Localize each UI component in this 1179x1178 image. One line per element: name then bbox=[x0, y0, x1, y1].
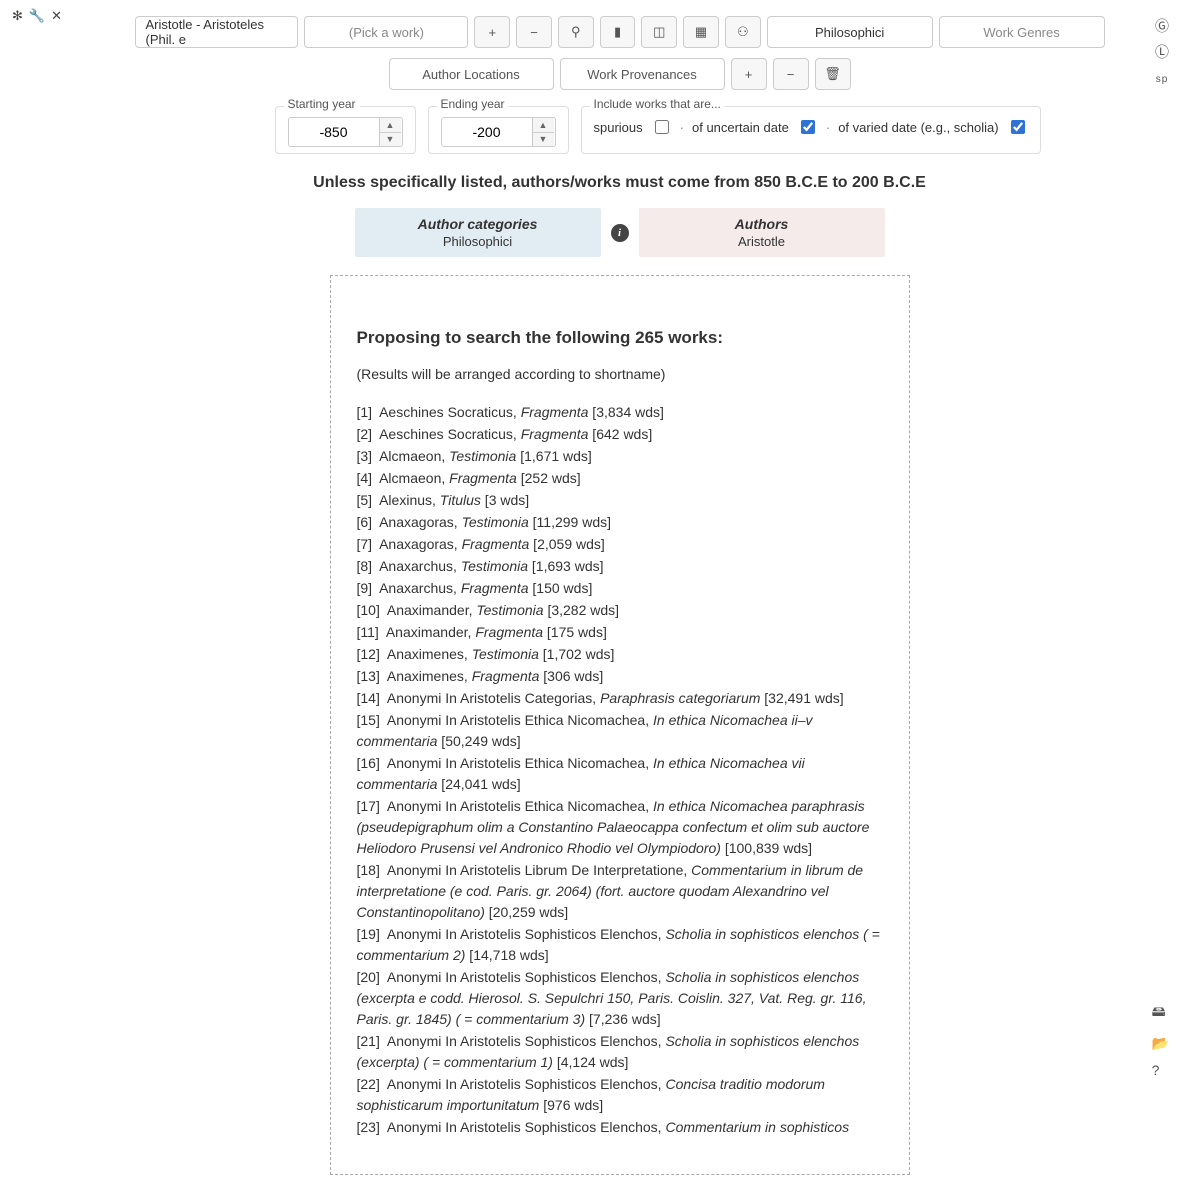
work-item: [18] Anonymi In Aristotelis Librum De In… bbox=[357, 860, 883, 923]
work-item: [13] Anaximenes, Fragmenta [306 wds] bbox=[357, 666, 883, 687]
end-year-down[interactable]: ▼ bbox=[533, 133, 554, 147]
category-tag-value: Philosophici bbox=[355, 234, 601, 249]
remove-prov-button[interactable]: − bbox=[773, 58, 809, 90]
work-item: [1] Aeschines Socraticus, Fragmenta [3,8… bbox=[357, 402, 883, 423]
include-fieldset: Include works that are... spurious · of … bbox=[581, 106, 1041, 154]
work-item: [14] Anonymi In Aristotelis Categorias, … bbox=[357, 688, 883, 709]
spurious-label: spurious bbox=[594, 120, 643, 135]
date-range-banner: Unless specifically listed, authors/work… bbox=[135, 172, 1105, 194]
start-year-fieldset: Starting year ▲ ▼ bbox=[275, 106, 416, 154]
work-item: [12] Anaximenes, Testimonia [1,702 wds] bbox=[357, 644, 883, 665]
save-icon[interactable]: 🖴 bbox=[1152, 1001, 1169, 1025]
work-item: [8] Anaxarchus, Testimonia [1,693 wds] bbox=[357, 556, 883, 577]
author-tag[interactable]: Authors Aristotle bbox=[639, 208, 885, 257]
work-provenances-button[interactable]: Work Provenances bbox=[560, 58, 725, 90]
work-item: [17] Anonymi In Aristotelis Ethica Nicom… bbox=[357, 796, 883, 859]
work-item: [6] Anaxagoras, Testimonia [11,299 wds] bbox=[357, 512, 883, 533]
work-item: [4] Alcmaeon, Fragmenta [252 wds] bbox=[357, 468, 883, 489]
view3-button[interactable]: ▦ bbox=[683, 16, 719, 48]
end-year-fieldset: Ending year ▲ ▼ bbox=[428, 106, 569, 154]
view1-button[interactable]: ▮ bbox=[600, 16, 636, 48]
separator-dot: · bbox=[680, 120, 684, 135]
work-item: [23] Anonymi In Aristotelis Sophisticos … bbox=[357, 1117, 883, 1138]
results-panel: Proposing to search the following 265 wo… bbox=[330, 275, 910, 1175]
author-tag-value: Aristotle bbox=[639, 234, 885, 249]
author-input[interactable]: Aristotle - Aristoteles (Phil. e bbox=[135, 16, 299, 48]
author-locations-button[interactable]: Author Locations bbox=[389, 58, 554, 90]
work-item: [20] Anonymi In Aristotelis Sophisticos … bbox=[357, 967, 883, 1030]
folder-icon[interactable]: 📂 bbox=[1152, 1035, 1169, 1052]
start-year-spinner[interactable]: ▲ ▼ bbox=[288, 117, 403, 147]
results-note: (Results will be arranged according to s… bbox=[357, 366, 883, 382]
genres-button[interactable]: Work Genres bbox=[939, 16, 1105, 48]
varied-label: of varied date (e.g., scholia) bbox=[838, 120, 998, 135]
work-item: [5] Alexinus, Titulus [3 wds] bbox=[357, 490, 883, 511]
remove-button[interactable]: − bbox=[516, 16, 552, 48]
person-button[interactable]: ⚇ bbox=[725, 16, 761, 48]
results-heading: Proposing to search the following 265 wo… bbox=[357, 328, 883, 348]
g-icon[interactable]: Ⓖ bbox=[1155, 16, 1169, 36]
author-tag-title: Authors bbox=[639, 216, 885, 232]
wrench-icon[interactable]: 🔧 bbox=[29, 8, 45, 24]
work-input[interactable]: (Pick a work) bbox=[304, 16, 468, 48]
work-item: [11] Anaximander, Fragmenta [175 wds] bbox=[357, 622, 883, 643]
work-item: [22] Anonymi In Aristotelis Sophisticos … bbox=[357, 1074, 883, 1116]
close-icon[interactable]: ✕ bbox=[51, 8, 62, 24]
category-tag[interactable]: Author categories Philosophici bbox=[355, 208, 601, 257]
add-prov-button[interactable]: + bbox=[731, 58, 767, 90]
work-item: [9] Anaxarchus, Fragmenta [150 wds] bbox=[357, 578, 883, 599]
end-year-spinner[interactable]: ▲ ▼ bbox=[441, 117, 556, 147]
info-icon[interactable]: i bbox=[611, 224, 629, 242]
work-item: [3] Alcmaeon, Testimonia [1,671 wds] bbox=[357, 446, 883, 467]
work-item: [7] Anaxagoras, Fragmenta [2,059 wds] bbox=[357, 534, 883, 555]
work-item: [16] Anonymi In Aristotelis Ethica Nicom… bbox=[357, 753, 883, 795]
start-year-up[interactable]: ▲ bbox=[380, 118, 401, 133]
uncertain-label: of uncertain date bbox=[692, 120, 789, 135]
work-item: [2] Aeschines Socraticus, Fragmenta [642… bbox=[357, 424, 883, 445]
spurious-checkbox[interactable] bbox=[655, 120, 669, 134]
end-year-up[interactable]: ▲ bbox=[533, 118, 554, 133]
work-item: [15] Anonymi In Aristotelis Ethica Nicom… bbox=[357, 710, 883, 752]
work-item: [19] Anonymi In Aristotelis Sophisticos … bbox=[357, 924, 883, 966]
work-item: [10] Anaximander, Testimonia [3,282 wds] bbox=[357, 600, 883, 621]
work-item: [21] Anonymi In Aristotelis Sophisticos … bbox=[357, 1031, 883, 1073]
start-year-down[interactable]: ▼ bbox=[380, 133, 401, 147]
varied-checkbox[interactable] bbox=[1011, 120, 1025, 134]
add-button[interactable]: + bbox=[474, 16, 510, 48]
category-tag-title: Author categories bbox=[355, 216, 601, 232]
trash-button[interactable]: 🗑 bbox=[815, 58, 851, 90]
separator-dot: · bbox=[826, 120, 830, 135]
start-year-input[interactable] bbox=[289, 118, 379, 146]
uncertain-checkbox[interactable] bbox=[801, 120, 815, 134]
gear-icon[interactable]: ✻ bbox=[12, 8, 23, 24]
pin-button[interactable]: ⚲ bbox=[558, 16, 594, 48]
end-year-input[interactable] bbox=[442, 118, 532, 146]
end-year-legend: Ending year bbox=[437, 97, 509, 111]
view2-button[interactable]: ◫ bbox=[641, 16, 677, 48]
category-button[interactable]: Philosophici bbox=[767, 16, 933, 48]
l-icon[interactable]: Ⓛ bbox=[1155, 42, 1169, 62]
start-year-legend: Starting year bbox=[284, 97, 360, 111]
help-icon[interactable]: ? bbox=[1152, 1062, 1169, 1078]
sp-icon[interactable]: sp bbox=[1156, 74, 1169, 85]
include-legend: Include works that are... bbox=[590, 97, 725, 111]
